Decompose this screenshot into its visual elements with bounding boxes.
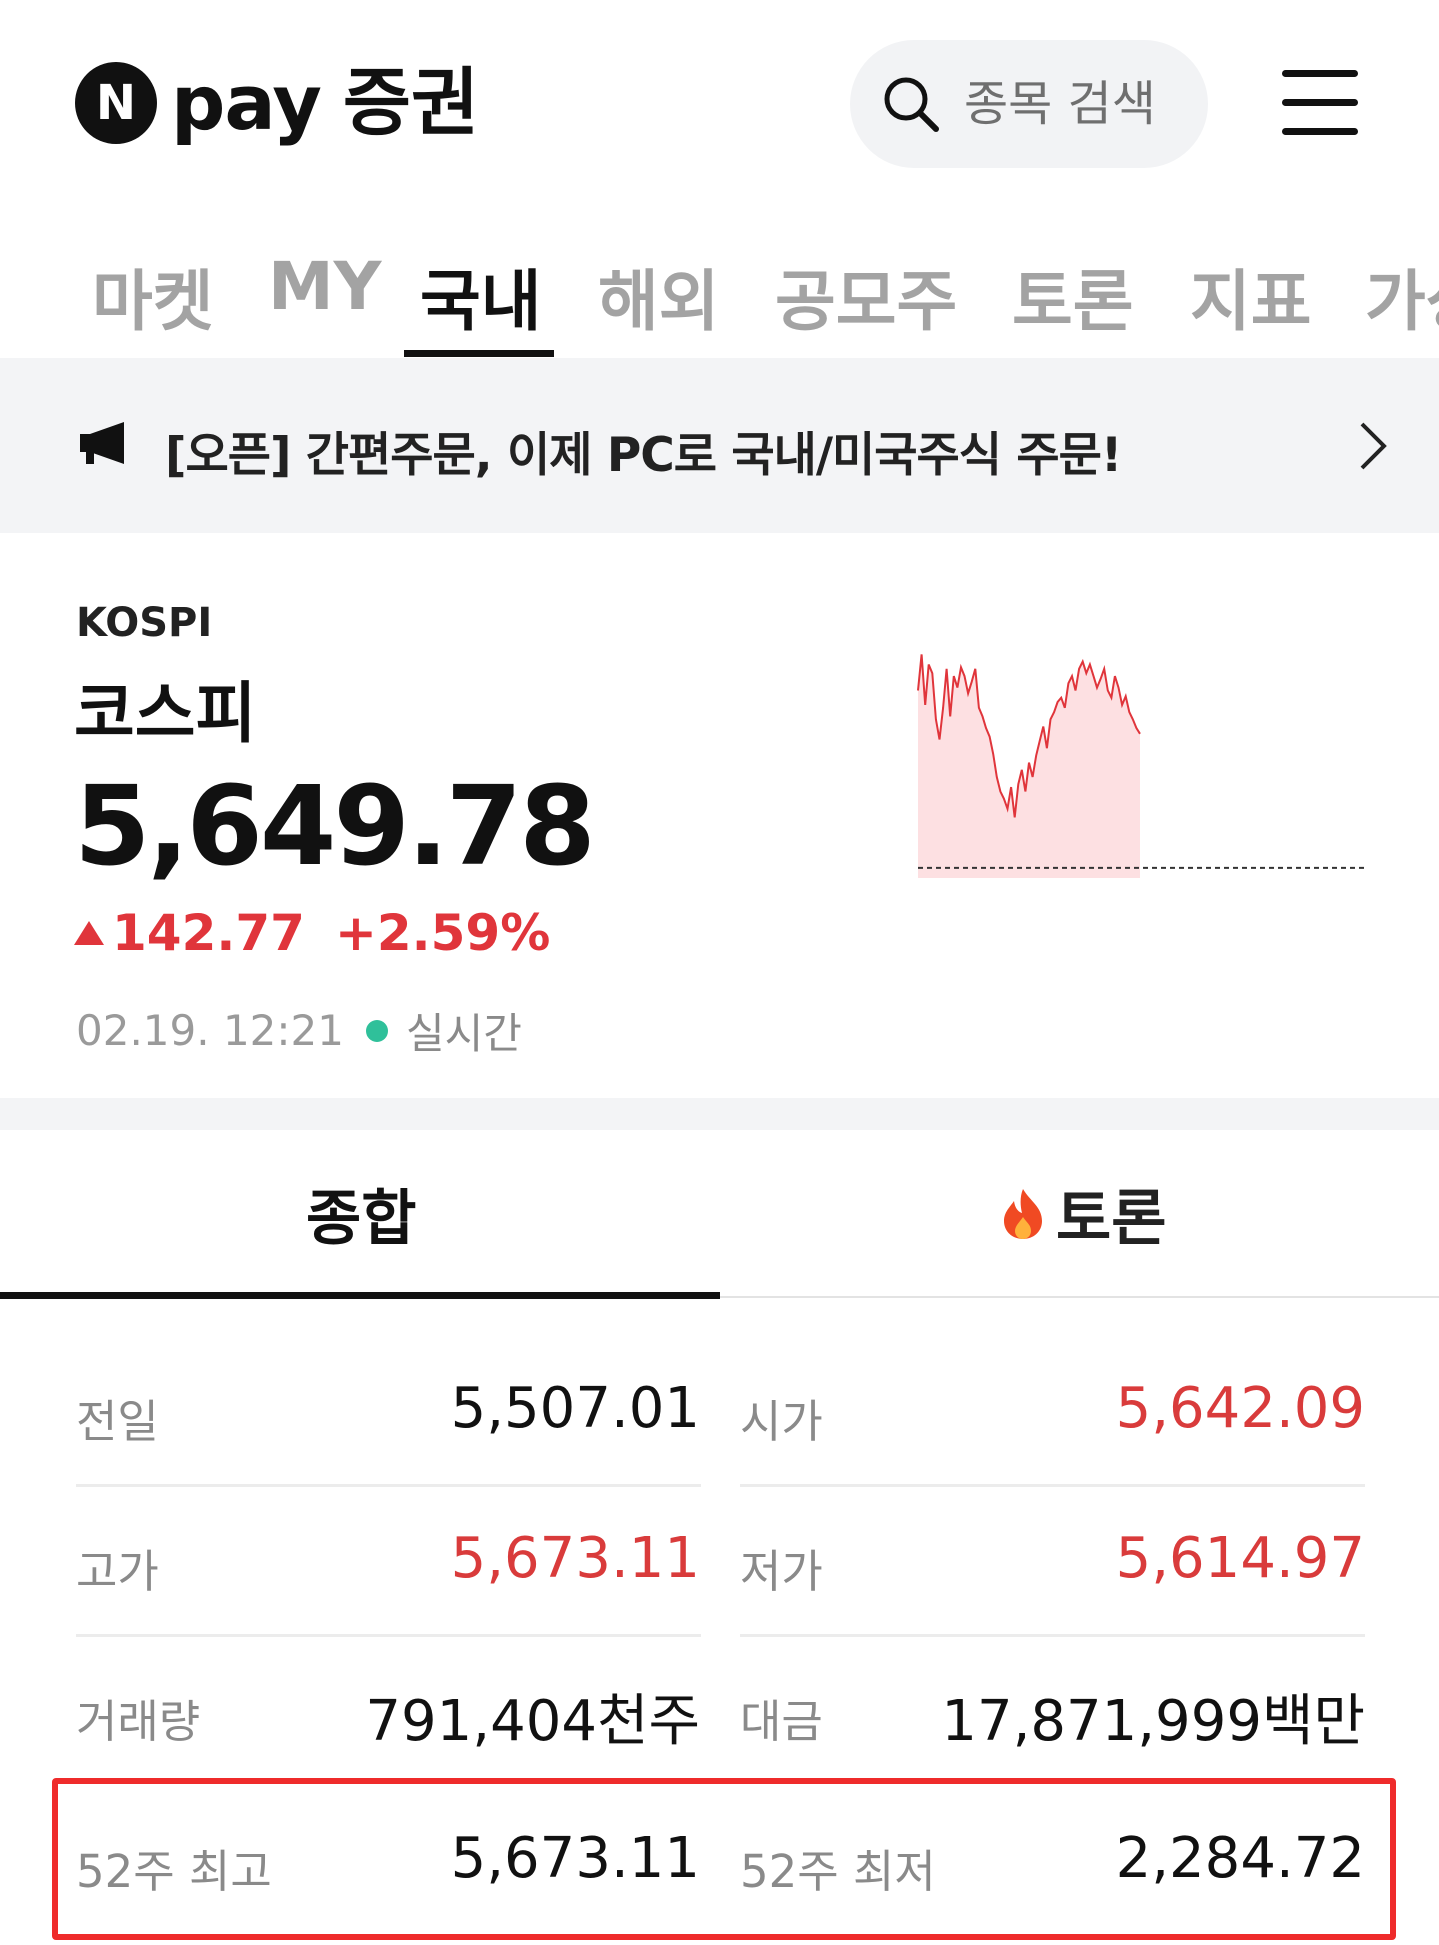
live-label: 실시간	[405, 1009, 522, 1058]
hamburger-icon	[1282, 99, 1358, 106]
megaphone-icon	[80, 422, 124, 464]
row-divider	[76, 1634, 701, 1637]
main-tabs: 마켓 MY 국내 해외 공모주 토론 지표 가상	[0, 230, 1439, 358]
index-change: 142.77 +2.59%	[74, 904, 550, 962]
tab-discussion[interactable]: 토론	[1012, 248, 1133, 344]
up-triangle-icon	[74, 921, 104, 945]
live-dot-icon	[365, 1019, 388, 1042]
row-divider	[740, 1634, 1365, 1637]
app-header: N pay 증권	[0, 0, 1439, 200]
timestamp-text: 02.19. 12:21	[76, 1006, 344, 1055]
npay-logo[interactable]: N pay 증권	[75, 62, 479, 144]
tab-domestic[interactable]: 국내	[420, 248, 541, 344]
change-percent: +2.59%	[334, 904, 551, 962]
subtab-baseline	[720, 1296, 1439, 1298]
subtab-overview[interactable]: 종합	[306, 1170, 416, 1257]
hamburger-icon	[1282, 70, 1358, 77]
change-value: 142.77	[112, 904, 305, 962]
index-name: 코스피	[74, 675, 257, 752]
section-divider	[0, 1098, 1439, 1130]
tab-my[interactable]: MY	[268, 248, 381, 325]
subtab-discussion[interactable]: 토론	[1000, 1170, 1166, 1257]
subtab-discussion-label: 토론	[1056, 1184, 1167, 1254]
tab-indicators[interactable]: 지표	[1190, 248, 1311, 344]
search-input[interactable]	[964, 76, 1194, 132]
search-bar[interactable]	[850, 40, 1208, 168]
tab-crypto[interactable]: 가상	[1365, 248, 1439, 344]
fire-icon	[1004, 1188, 1042, 1239]
highlight-annotation-box	[52, 1778, 1396, 1940]
stat-value-high: 5,673.11	[450, 1526, 700, 1591]
tab-overseas[interactable]: 해외	[598, 248, 719, 344]
hamburger-icon	[1282, 128, 1358, 135]
index-code: KOSPI	[76, 600, 213, 646]
logo-pay-text: pay	[171, 58, 322, 147]
row-divider	[76, 1484, 701, 1487]
stat-value-open: 5,642.09	[1115, 1376, 1365, 1441]
index-price: 5,649.78	[74, 762, 596, 890]
stat-label-prev-close: 전일	[76, 1395, 159, 1448]
search-icon	[884, 77, 939, 132]
stat-label-amount: 대금	[740, 1695, 823, 1748]
index-timestamp: 02.19. 12:21 실시간	[76, 1000, 522, 1061]
stat-value-volume: 791,404천주	[365, 1689, 700, 1754]
active-tab-indicator	[404, 350, 554, 357]
tab-market[interactable]: 마켓	[92, 248, 213, 344]
active-subtab-indicator	[0, 1292, 720, 1299]
intraday-mini-chart[interactable]	[910, 630, 1370, 900]
stat-value-prev-close: 5,507.01	[450, 1376, 700, 1441]
stat-label-high: 고가	[76, 1545, 159, 1598]
tab-ipo[interactable]: 공모주	[775, 248, 957, 344]
logo-brand-text: 증권	[342, 60, 480, 146]
stat-value-amount: 17,871,999백만	[941, 1689, 1365, 1754]
menu-button[interactable]	[1280, 62, 1360, 142]
chevron-right-icon	[1360, 422, 1387, 470]
stat-label-low: 저가	[740, 1545, 823, 1598]
logo-mark: N	[75, 62, 157, 144]
notice-text: [오픈] 간편주문, 이제 PC로 국내/미국주식 주문!	[165, 428, 1122, 483]
row-divider	[740, 1484, 1365, 1487]
stat-label-volume: 거래량	[76, 1695, 201, 1748]
stat-label-open: 시가	[740, 1395, 823, 1448]
notice-banner[interactable]: [오픈] 간편주문, 이제 PC로 국내/미국주식 주문!	[0, 358, 1439, 533]
stat-value-low: 5,614.97	[1115, 1526, 1365, 1591]
